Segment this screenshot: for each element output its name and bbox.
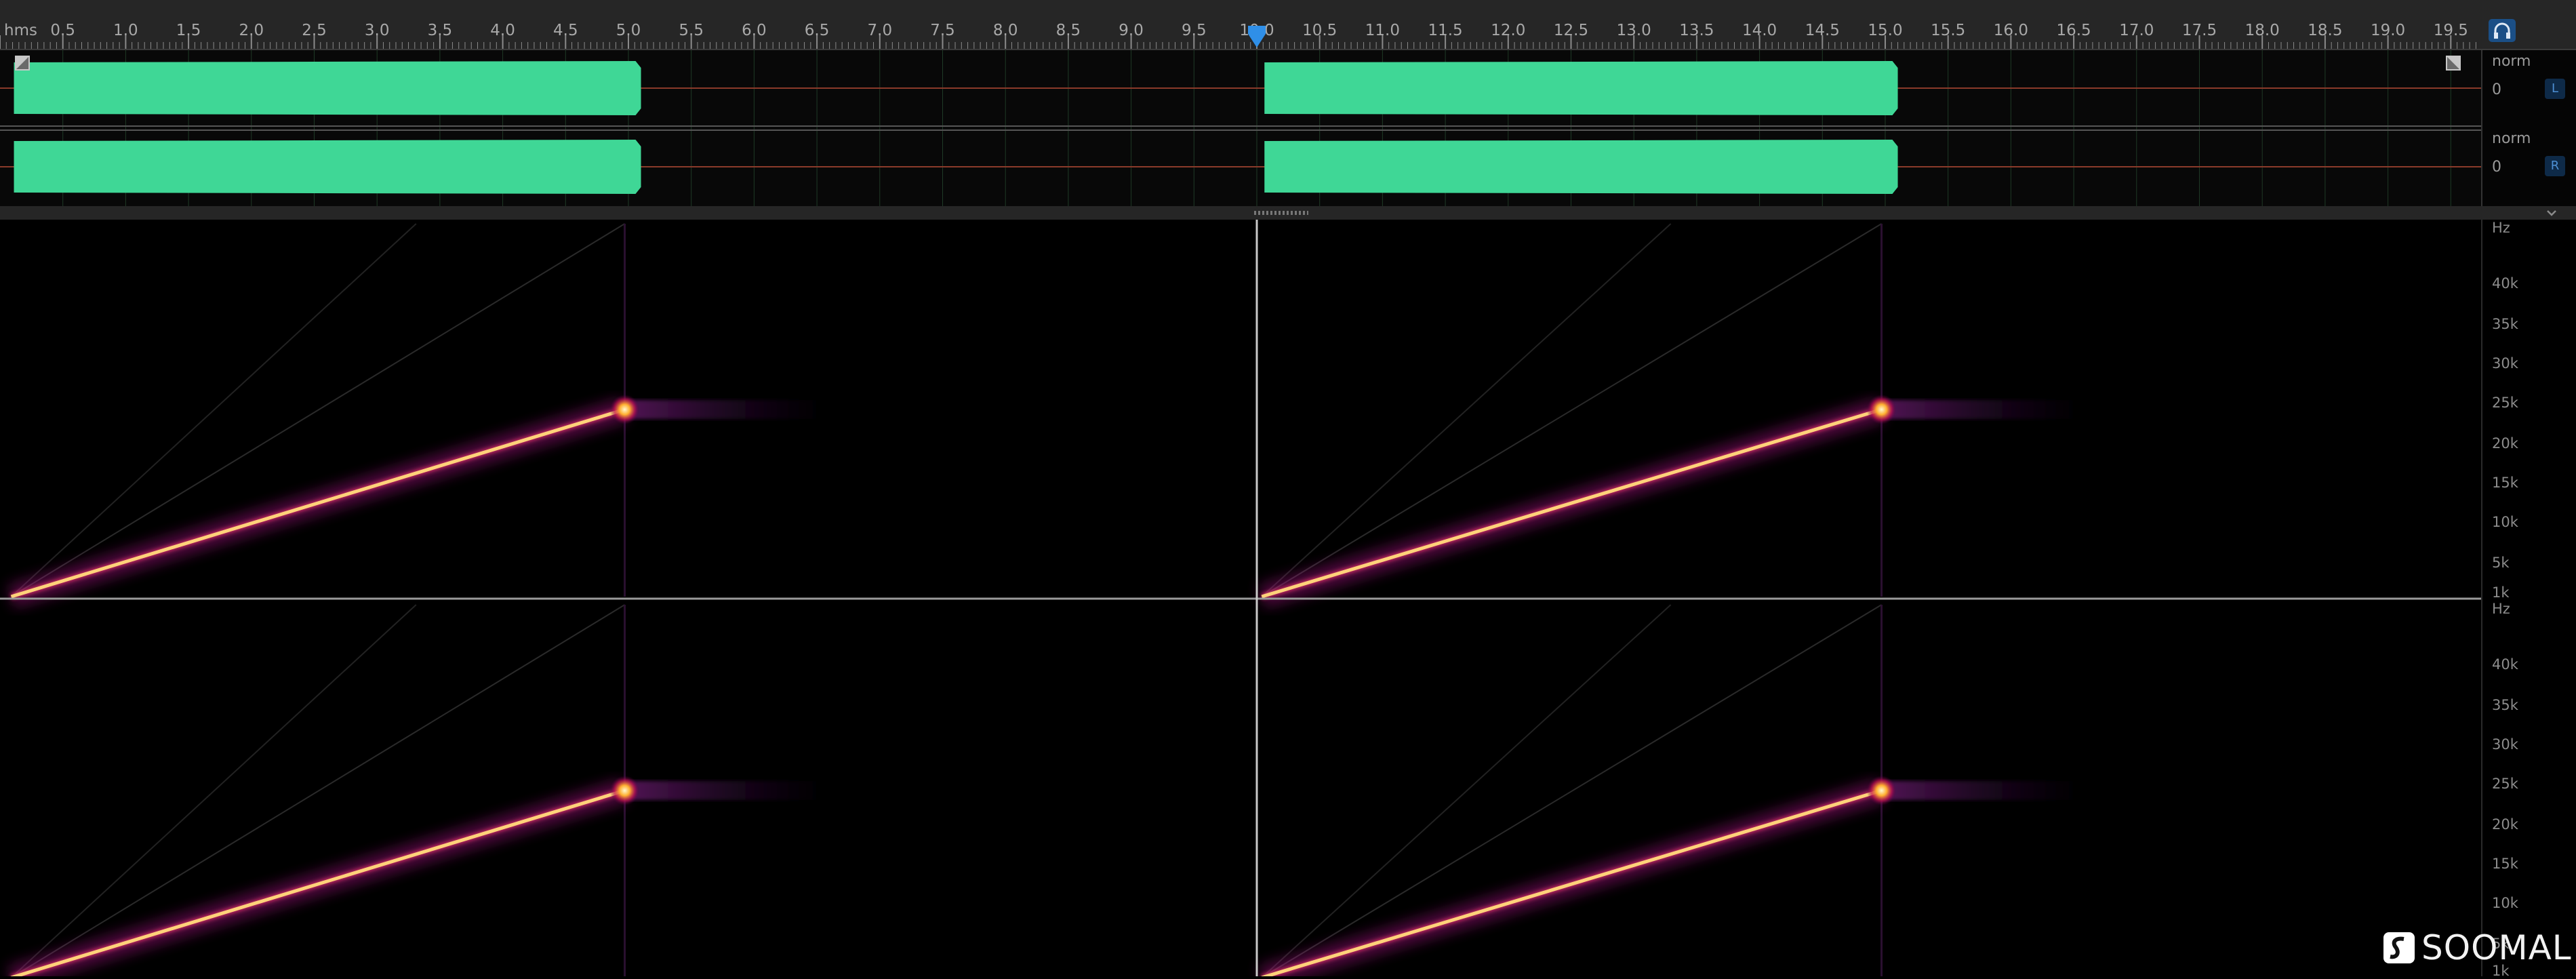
soomal-logo: SOOMAL	[2383, 927, 2572, 968]
ruler-tick-label: 11.0	[1365, 22, 1400, 39]
ruler-tick-label: 0.5	[50, 22, 75, 39]
ruler-tick-label: 7.0	[868, 22, 893, 39]
ruler-tick-label: 2.5	[302, 22, 327, 39]
waveform-segment	[1264, 140, 1898, 194]
freq-label: 10k	[2492, 895, 2518, 911]
ruler-tick-label: 1.0	[113, 22, 138, 39]
waveform-view[interactable]	[0, 50, 2481, 206]
ruler-tick-label: 4.5	[553, 22, 578, 39]
ruler-unit-label: hms	[4, 22, 37, 39]
sweep-line	[1261, 407, 1883, 599]
freq-label: 40k	[2492, 275, 2518, 292]
ruler-tick-label: 18.5	[2308, 22, 2342, 39]
monitor-button[interactable]	[2489, 19, 2516, 42]
sweep-line	[10, 407, 626, 599]
freq-label: 10k	[2492, 514, 2518, 530]
waveform-segment	[14, 140, 641, 194]
sweep-endpoint	[609, 395, 640, 424]
freq-label: 40k	[2492, 656, 2518, 673]
freq-label: 5k	[2492, 555, 2510, 571]
ruler-tick-label: 19.0	[2371, 22, 2405, 39]
ruler-tick-label: 5.5	[679, 22, 704, 39]
freq-unit-label-top: Hz	[2492, 220, 2510, 236]
ruler-tick-label: 8.0	[993, 22, 1018, 39]
waveform-scale-panel: norm 0 L norm 0 R	[2481, 50, 2576, 206]
channel-l-scale-label: norm	[2492, 53, 2531, 70]
channel-l-zero-label: 0	[2492, 81, 2501, 98]
ruler-tick-label: 6.0	[742, 22, 767, 39]
ruler-tick-label: 7.5	[930, 22, 955, 39]
ruler-tick-label: 6.5	[805, 22, 830, 39]
frequency-scale-panel: Hz 40k 35k 30k 25k 20k 15k 10k 5k 1k Hz …	[2481, 220, 2576, 979]
waveform-segment	[1264, 61, 1898, 115]
sweep-endpoint	[1866, 395, 1897, 424]
channel-r-scale-label: norm	[2492, 130, 2531, 147]
ruler-tick-label: 14.5	[1805, 22, 1840, 39]
freq-label: 20k	[2492, 435, 2518, 452]
chevron-down-icon[interactable]	[2545, 206, 2558, 220]
channel-r-zero-label: 0	[2492, 159, 2501, 176]
ruler-tick-label: 8.5	[1056, 22, 1081, 39]
view-splitter[interactable]	[0, 206, 2576, 220]
ruler-ticks: 0.5 1.0 1.5 2.0 2.5 3.0 3.5 4.0 4.5 5.0 5.5 6.0 6.5 7…	[0, 22, 2476, 49]
ruler-tick-label: 14.0	[1742, 22, 1777, 39]
freq-label: 25k	[2492, 395, 2518, 411]
freq-label: 25k	[2492, 776, 2518, 792]
playhead-marker[interactable]	[1247, 24, 1267, 49]
ruler-tick-label: 19.5	[2434, 22, 2468, 39]
waveform-canvas	[0, 50, 2481, 206]
splitter-grip[interactable]	[1254, 211, 1308, 215]
freq-label: 30k	[2492, 736, 2518, 753]
sweep-line	[10, 788, 626, 979]
ruler-tick-label: 3.0	[365, 22, 390, 39]
ruler-tick-label: 16.0	[1994, 22, 2028, 39]
freq-label: 20k	[2492, 816, 2518, 833]
ruler-tick-label: 12.5	[1554, 22, 1588, 39]
freq-label: 35k	[2492, 316, 2518, 332]
headphones-icon	[2494, 22, 2510, 39]
ruler-tick-label: 17.0	[2119, 22, 2154, 39]
ruler-tick-label: 18.0	[2245, 22, 2280, 39]
ruler-tick-label: 9.5	[1182, 22, 1207, 39]
freq-label: 15k	[2492, 856, 2518, 872]
sweep-endpoint	[1866, 776, 1897, 805]
ruler-tick-label: 15.0	[1868, 22, 1902, 39]
ruler-tick-label: 13.0	[1617, 22, 1651, 39]
ruler-tick-label: 1.5	[176, 22, 201, 39]
spectrogram-canvas	[0, 220, 2481, 979]
sweep-endpoint	[609, 776, 640, 805]
channel-l-badge[interactable]: L	[2545, 79, 2565, 99]
freq-label: 15k	[2492, 475, 2518, 491]
ruler-tick-label: 17.5	[2182, 22, 2217, 39]
waveform-segment	[14, 61, 641, 115]
freq-label: 30k	[2492, 355, 2518, 372]
channel-r-badge[interactable]: R	[2545, 156, 2565, 176]
freq-label: 35k	[2492, 697, 2518, 713]
ruler-tick-label: 16.5	[2056, 22, 2091, 39]
ruler-tick-label: 5.0	[616, 22, 641, 39]
ruler-tick-label: 9.0	[1119, 22, 1144, 39]
logo-mark-icon	[2383, 932, 2415, 963]
ruler-tick-label: 13.5	[1679, 22, 1714, 39]
ruler-tick-label: 3.5	[428, 22, 453, 39]
ruler-tick-label: 10.5	[1302, 22, 1337, 39]
freq-unit-label-bottom: Hz	[2492, 601, 2510, 617]
ruler-tick-label: 4.0	[490, 22, 515, 39]
ruler-tick-label: 11.5	[1428, 22, 1462, 39]
sweep-line	[1261, 788, 1883, 979]
ruler-tick-label: 12.0	[1491, 22, 1525, 39]
spectrogram-view[interactable]	[0, 220, 2481, 979]
logo-text: SOOMAL	[2421, 928, 2572, 967]
freq-label: 1k	[2492, 584, 2510, 601]
ruler-tick-label: 2.0	[239, 22, 264, 39]
ruler-tick-label: 15.5	[1931, 22, 1965, 39]
time-ruler[interactable]: 0.5 1.0 1.5 2.0 2.5 3.0 3.5 4.0 4.5 5.0 5.5 6.0 6.5 7…	[0, 0, 2576, 50]
